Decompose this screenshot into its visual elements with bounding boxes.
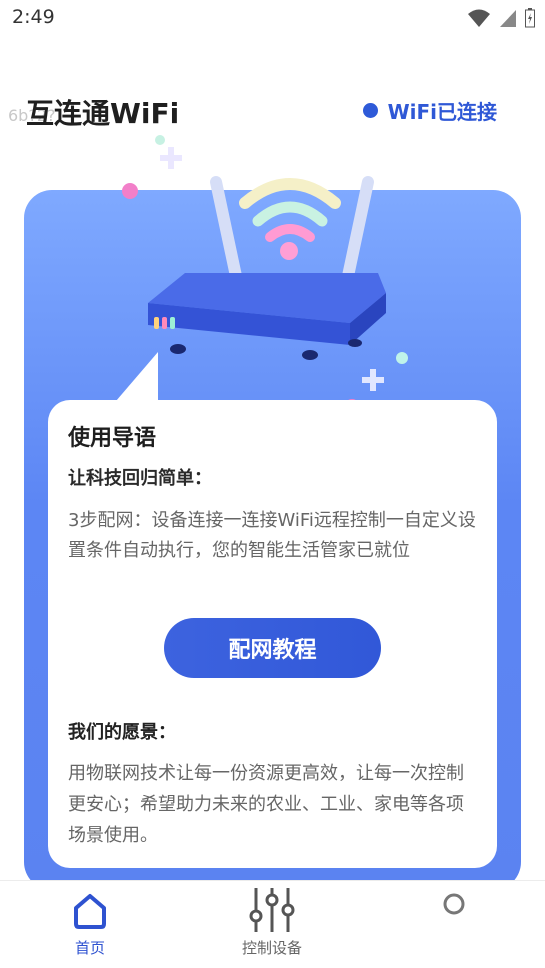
home-icon [74,894,106,929]
profile-icon [443,893,465,915]
cell-signal-icon [500,10,516,27]
nav-item-home[interactable]: 首页 [30,881,150,968]
wifi-arc-middle [252,201,328,227]
vision-title: 我们的愿景： [68,722,176,743]
wifi-signal-icon [468,9,490,27]
wifi-status-dot [362,103,378,118]
sparkle-plus-1 [160,147,182,169]
wifi-arc-inner [265,224,315,242]
router-foot-1 [170,344,186,354]
status-bar: 2:49 [0,0,545,38]
teal-bubble [396,352,408,364]
network-tutorial-button[interactable]: 配网教程 [164,618,381,678]
status-time: 2:49 [12,6,55,28]
guide-body: 3步配网：设备连接一连接WiFi远程控制一自定义设置条件自动执行，您的智能生活管… [68,510,476,561]
nav-item-control-devices[interactable]: 控制设备 [212,881,332,968]
sparkle-plus-2 [362,369,384,391]
green-bubble [155,135,165,145]
pink-bubble-1 [122,183,138,199]
battery-icon [525,8,535,28]
antenna-right [342,176,374,282]
led-1 [154,317,159,329]
vision-body: 用物联网技术让每一份资源更高效，让每一次控制更安心；希望助力未来的农业、工业、家… [68,763,464,846]
nav-label-control-devices: 控制设备 [241,939,302,957]
sliders-icon [249,888,295,932]
router-foot-2 [302,350,318,360]
wifi-status-text: WiFi已连接 [387,100,497,124]
wifi-arc-outer [239,178,341,209]
antenna-left [210,176,242,282]
status-icons [467,8,535,28]
router-illustration [122,135,408,415]
led-3 [170,317,175,329]
bottom-nav: 首页 控制设备 [0,880,545,968]
router-foot-3 [348,339,362,347]
nav-label-home: 首页 [74,939,105,957]
nav-item-profile[interactable] [394,881,514,968]
guide-subtitle: 让科技回归简单： [68,468,212,489]
wifi-dot-pink [280,242,298,260]
guide-title: 使用导语 [68,426,157,451]
led-2 [162,317,167,329]
wifi-status[interactable]: WiFi已连接 [362,96,497,125]
